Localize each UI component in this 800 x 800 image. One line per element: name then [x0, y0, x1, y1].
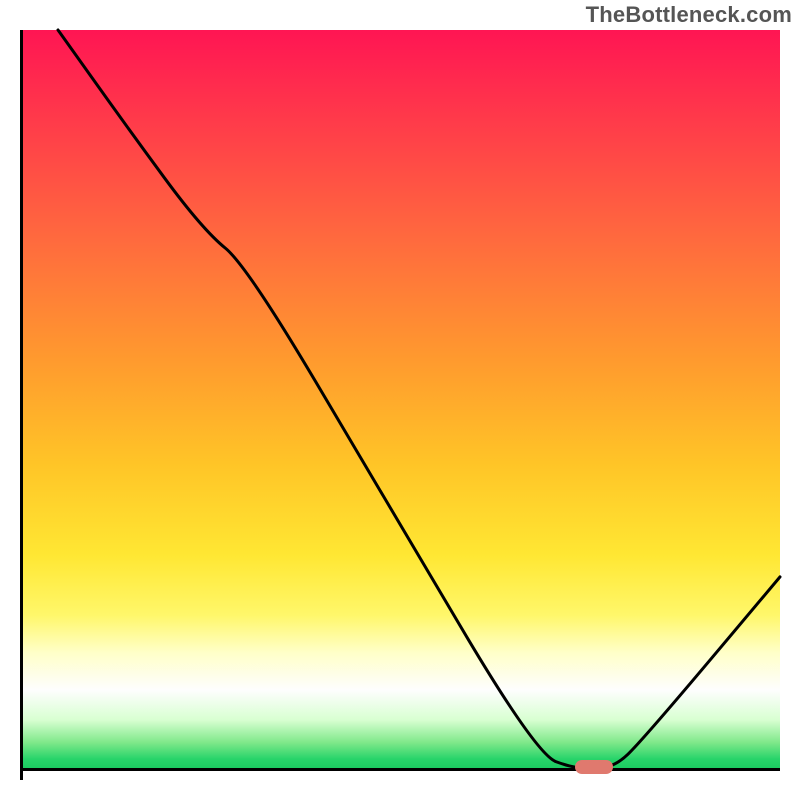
- bottleneck-curve: [20, 30, 780, 780]
- optimal-marker: [575, 760, 613, 774]
- watermark-text: TheBottleneck.com: [586, 2, 792, 28]
- chart-container: TheBottleneck.com: [0, 0, 800, 800]
- plot-area: [20, 30, 780, 780]
